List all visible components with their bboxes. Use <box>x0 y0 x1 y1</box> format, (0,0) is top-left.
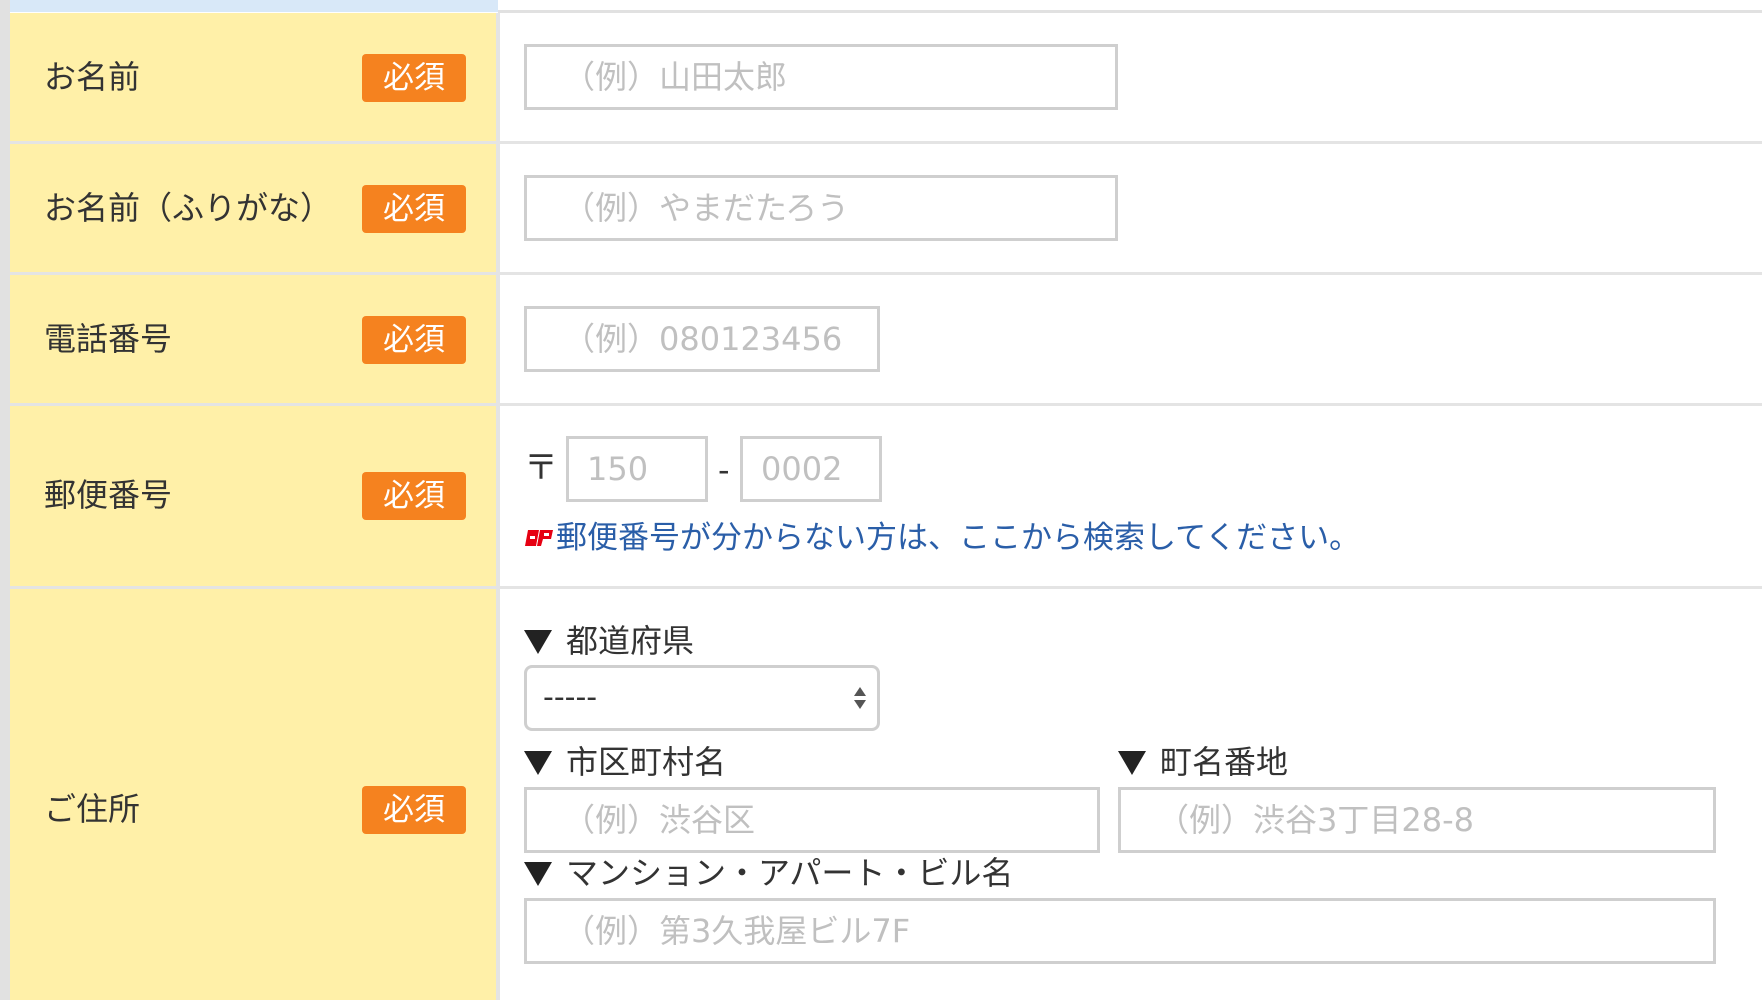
phone-input[interactable] <box>524 306 880 372</box>
triangle-down-icon <box>524 630 552 654</box>
label-cell-name: お名前 必須 <box>10 13 500 141</box>
building-label: マンション・アパート・ビル名 <box>524 853 1013 893</box>
triangle-down-icon <box>1118 751 1146 775</box>
label-cell-postal: 郵便番号 必須 <box>10 406 500 586</box>
street-label-text: 町名番地 <box>1160 743 1289 781</box>
jp-post-logo-icon <box>525 530 553 546</box>
postal-mark-icon: 〒 <box>524 448 558 488</box>
prefecture-select-value: ----- <box>543 680 598 715</box>
row-address: ご住所 必須 都道府県 ----- 市区町村名 町名番地 マンション・アパート・… <box>10 589 1762 1000</box>
street-input[interactable] <box>1118 787 1716 853</box>
label-cell-furigana: お名前（ふりがな） 必須 <box>10 144 500 272</box>
building-input[interactable] <box>524 898 1716 964</box>
postal-code-first-input[interactable] <box>566 436 708 502</box>
select-arrows-icon <box>854 687 866 709</box>
city-input[interactable] <box>524 787 1100 853</box>
required-badge: 必須 <box>362 316 466 364</box>
street-label: 町名番地 <box>1118 742 1288 782</box>
postal-search-link[interactable]: 郵便番号が分からない方は、ここから検索してください。 <box>556 518 1360 558</box>
label-furigana: お名前（ふりがな） <box>44 189 333 227</box>
row-phone: 電話番号 必須 <box>10 275 1762 403</box>
label-cell-phone: 電話番号 必須 <box>10 275 500 403</box>
prefecture-label: 都道府県 <box>524 621 694 661</box>
furigana-input[interactable] <box>524 175 1118 241</box>
label-phone: 電話番号 <box>44 320 173 358</box>
prefecture-label-text: 都道府県 <box>566 622 695 660</box>
city-label: 市区町村名 <box>524 742 726 782</box>
left-border <box>0 0 10 1000</box>
required-badge: 必須 <box>362 472 466 520</box>
postal-code-second-input[interactable] <box>740 436 882 502</box>
label-postal: 郵便番号 <box>44 476 173 514</box>
label-name: お名前 <box>44 58 141 96</box>
previous-row-edge <box>10 0 498 12</box>
triangle-down-icon <box>524 862 552 886</box>
triangle-down-icon <box>524 751 552 775</box>
row-furigana: お名前（ふりがな） 必須 <box>10 144 1762 272</box>
address-form: お名前 必須 お名前（ふりがな） 必須 電話番号 必須 郵便番号 必須 〒 - <box>0 0 1762 1000</box>
label-address: ご住所 <box>44 790 141 828</box>
city-label-text: 市区町村名 <box>566 743 727 781</box>
required-badge: 必須 <box>362 54 466 102</box>
label-cell-address: ご住所 必須 <box>10 589 500 1000</box>
building-label-text: マンション・アパート・ビル名 <box>566 854 1014 892</box>
row-postal: 郵便番号 必須 〒 - 郵便番号が分からない方は、ここから検索してください。 <box>10 406 1762 586</box>
row-name: お名前 必須 <box>10 13 1762 141</box>
postal-separator: - <box>718 451 730 489</box>
prefecture-select[interactable]: ----- <box>524 665 880 731</box>
name-input[interactable] <box>524 44 1118 110</box>
required-badge: 必須 <box>362 185 466 233</box>
required-badge: 必須 <box>362 786 466 834</box>
